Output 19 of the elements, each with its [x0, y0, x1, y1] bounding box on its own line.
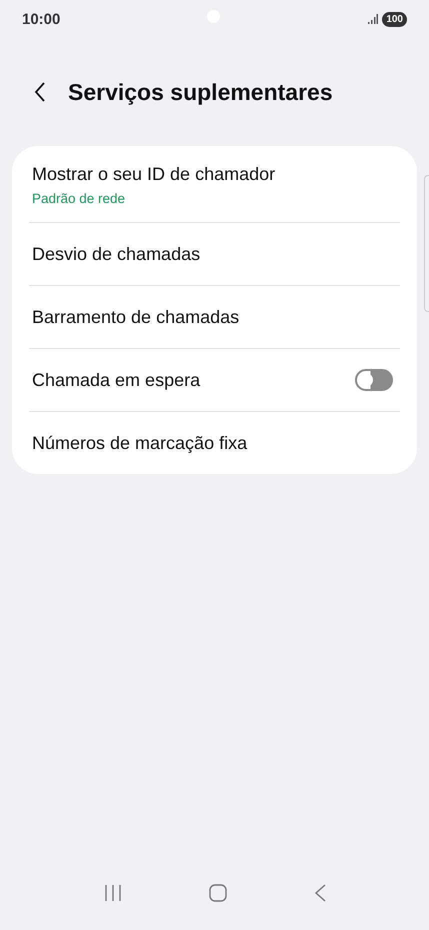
home-icon[interactable] — [208, 884, 226, 902]
settings-item[interactable]: Números de marcação fixa — [12, 412, 417, 474]
status-time: 10:00 — [22, 10, 60, 28]
signal-icon — [368, 14, 378, 24]
page-title: Serviços suplementares — [68, 78, 333, 106]
settings-item[interactable]: Barramento de chamadas — [12, 286, 417, 348]
item-label: Desvio de chamadas — [32, 244, 200, 264]
settings-item[interactable]: Mostrar o seu ID de chamador Padrão de rede — [12, 146, 417, 222]
battery-level: 100 — [382, 12, 407, 26]
item-label: Chamada em espera — [32, 370, 200, 390]
settings-item[interactable]: Desvio de chamadas — [12, 223, 417, 285]
recent-apps-icon[interactable] — [104, 885, 122, 901]
item-label: Mostrar o seu ID de chamador — [32, 164, 276, 185]
settings-item[interactable]: Chamada em espera — [12, 349, 417, 411]
item-label: Números de marcação fixa — [32, 432, 248, 454]
toggle-switch[interactable] — [355, 369, 393, 391]
item-label: Barramento de chamadas — [32, 306, 240, 328]
item-summary: Padrão de rede — [32, 191, 126, 206]
back-icon[interactable] — [314, 884, 326, 902]
